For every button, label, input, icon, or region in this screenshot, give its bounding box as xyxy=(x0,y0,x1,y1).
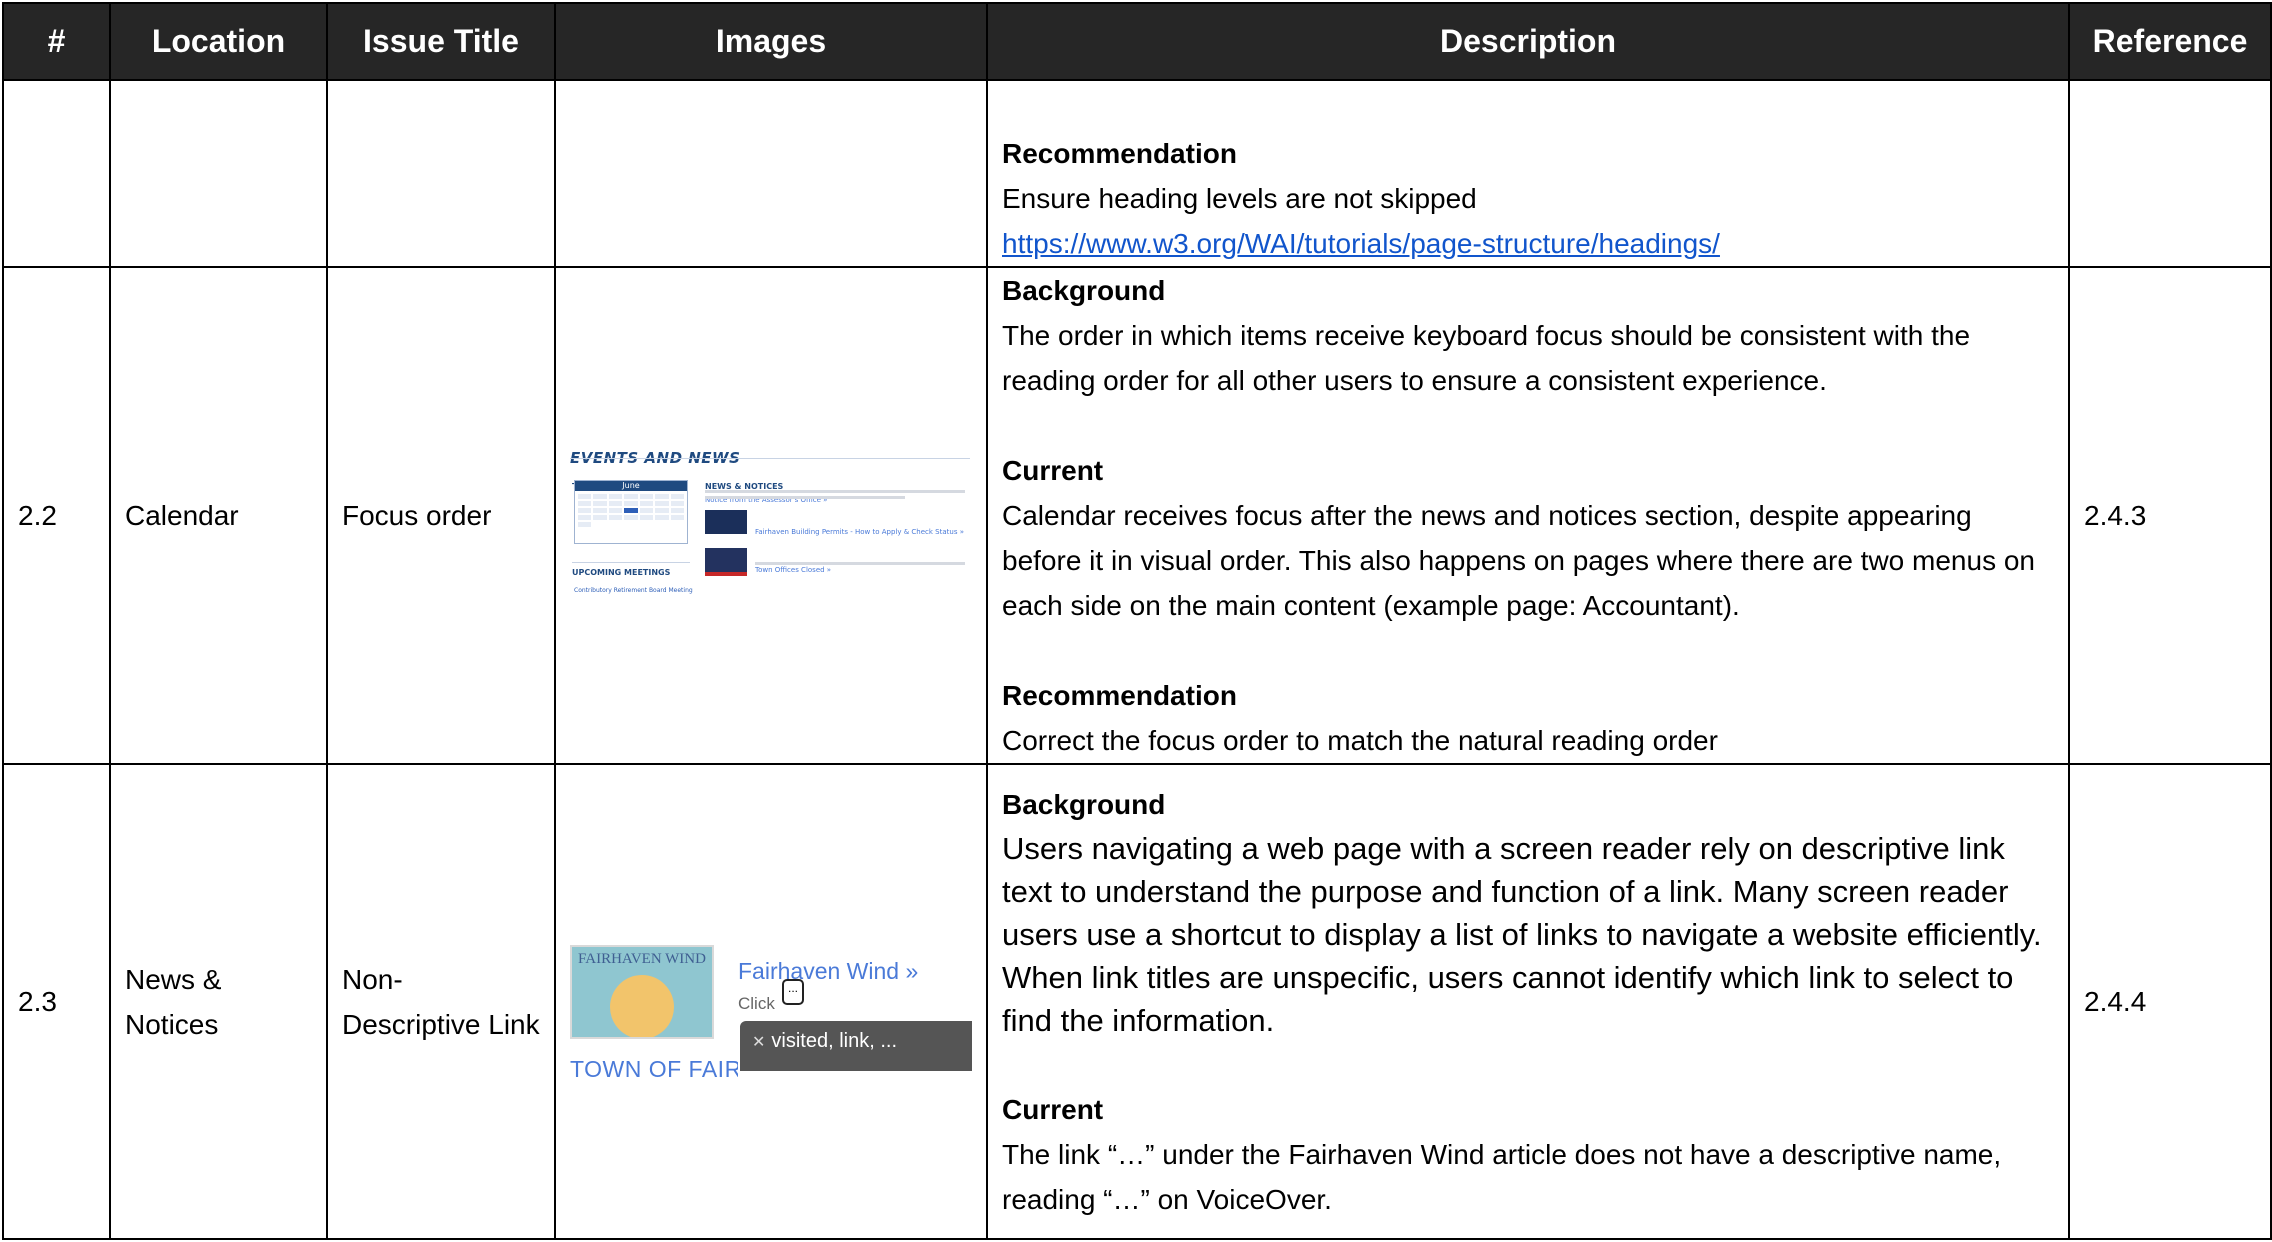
thumb-news-excerpt xyxy=(705,489,965,493)
cell-number: 2.3 xyxy=(2,763,111,1240)
voiceover-tooltip: ✕ visited, link, ... xyxy=(740,1021,972,1071)
cell-issue-title: Non-Descriptive Link xyxy=(326,763,556,1240)
thumb-divider xyxy=(572,561,690,563)
cell-description: Background The order in which items rece… xyxy=(986,266,2070,765)
sun-graphic xyxy=(610,975,674,1037)
cell-reference: 2.4.3 xyxy=(2068,266,2272,765)
table-header-row: # Location Issue Title Images Descriptio… xyxy=(2,2,2272,81)
recommendation-heading: Recommendation xyxy=(1002,680,1237,711)
fairhaven-wind-screenshot: FAIRHAVEN WIND Fairhaven Wind » Click ..… xyxy=(570,945,972,1090)
header-issue-title: Issue Title xyxy=(326,2,556,81)
background-heading: Background xyxy=(1002,275,1166,306)
accessibility-issues-table: # Location Issue Title Images Descriptio… xyxy=(2,2,2272,1240)
headings-tutorial-link[interactable]: https://www.w3.org/WAI/tutorials/page-st… xyxy=(1002,228,1720,259)
cell-images: EVENTS AND NEWS TOWN CALENDAR June xyxy=(554,266,988,765)
table-row: 2.2 Calendar Focus order EVENTS AND NEWS… xyxy=(2,266,2272,765)
cell-description: Recommendation Ensure heading levels are… xyxy=(986,79,2070,268)
cell-location: News & Notices xyxy=(109,763,328,1240)
thumb-divider xyxy=(570,457,970,459)
recommendation-text: Ensure heading levels are not skipped xyxy=(1002,183,1477,214)
cell-reference: 2.4.4 xyxy=(2068,763,2272,1240)
header-images: Images xyxy=(554,2,988,81)
town-of-fairhaven-text: TOWN OF FAIRHAVEN xyxy=(570,1056,738,1082)
cell-reference xyxy=(2068,79,2272,268)
cell-issue-title xyxy=(326,79,556,268)
current-heading: Current xyxy=(1002,1093,1104,1125)
click-text: Click xyxy=(738,994,775,1013)
table-row: 2.3 News & Notices Non-Descriptive Link … xyxy=(2,763,2272,1240)
recommendation-text: Correct the focus order to match the nat… xyxy=(1002,725,1718,756)
thumb-news-image xyxy=(705,547,747,576)
cell-images xyxy=(554,79,988,268)
thumb-news-excerpt xyxy=(705,495,905,499)
close-icon: ✕ xyxy=(752,1034,766,1051)
table-row: Recommendation Ensure heading levels are… xyxy=(2,79,2272,268)
ellipsis-link-focus: ... xyxy=(782,979,804,1005)
fairhaven-wind-image-text: FAIRHAVEN WIND xyxy=(578,951,706,967)
cell-images: FAIRHAVEN WIND Fairhaven Wind » Click ..… xyxy=(554,763,988,1240)
events-news-screenshot: EVENTS AND NEWS TOWN CALENDAR June xyxy=(570,436,970,596)
header-description: Description xyxy=(986,2,2070,81)
background-heading: Background xyxy=(1002,788,1166,820)
thumb-news-excerpt xyxy=(755,561,965,565)
thumb-news-item: Town Offices Closed » xyxy=(755,565,832,574)
cell-number: 2.2 xyxy=(2,266,111,765)
thumb-calendar-month: June xyxy=(575,480,687,491)
header-number: # xyxy=(2,2,111,81)
fairhaven-wind-image: FAIRHAVEN WIND xyxy=(570,945,714,1039)
cell-issue-title: Focus order xyxy=(326,266,556,765)
header-location: Location xyxy=(109,2,328,81)
thumb-calendar-grid xyxy=(575,491,687,530)
header-reference: Reference xyxy=(2068,2,2272,81)
recommendation-heading: Recommendation xyxy=(1002,138,1237,169)
thumb-news-image xyxy=(705,509,747,534)
background-text: The order in which items receive keyboar… xyxy=(1002,320,1971,396)
cell-location xyxy=(109,79,328,268)
thumb-calendar: June xyxy=(574,479,688,544)
cell-description: Background Users navigating a web page w… xyxy=(986,763,2070,1240)
current-heading: Current xyxy=(1002,455,1104,486)
current-text: Calendar receives focus after the news a… xyxy=(1002,500,2035,621)
current-text: The link “…” under the Fairhaven Wind ar… xyxy=(1002,1138,2002,1215)
cell-number xyxy=(2,79,111,268)
cell-location: Calendar xyxy=(109,266,328,765)
voiceover-tooltip-text: visited, link, ... xyxy=(771,1030,898,1052)
background-text: Users navigating a web page with a scree… xyxy=(1002,830,2042,1038)
thumb-meeting: Contributory Retirement Board Meeting xyxy=(574,586,693,594)
